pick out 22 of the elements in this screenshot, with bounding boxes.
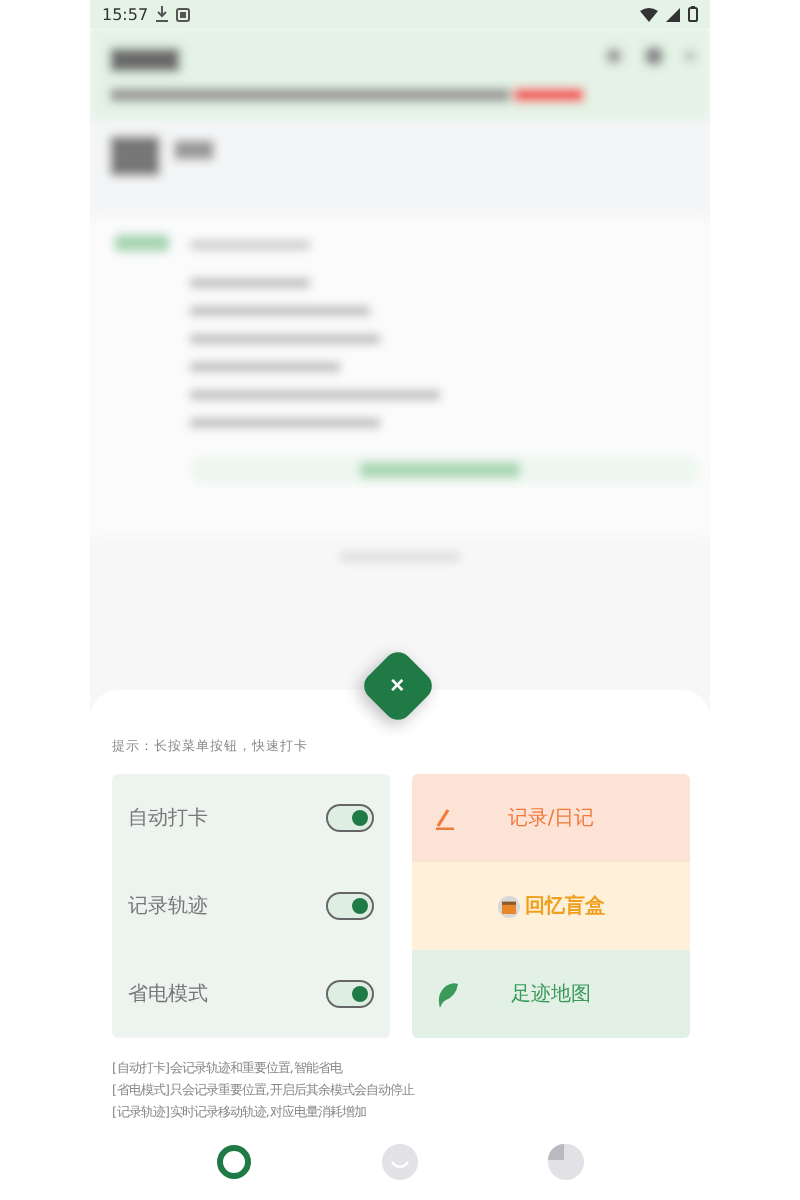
- signal-icon: [666, 7, 680, 21]
- toggle-switch[interactable]: [326, 980, 374, 1008]
- ring-tab[interactable]: [216, 1144, 253, 1180]
- battery-icon: [688, 6, 698, 22]
- pen-icon: [436, 807, 456, 829]
- download-icon: [156, 6, 169, 22]
- toggle-label: 省电模式: [128, 981, 208, 1008]
- toggle-label: 记录轨迹: [128, 893, 208, 920]
- gift-box-icon: [497, 895, 519, 917]
- action-label: 足迹地图: [511, 981, 591, 1008]
- status-time: 15:57: [102, 5, 149, 23]
- action-tile[interactable]: 回忆盲盒: [412, 862, 690, 950]
- wifi-icon: [640, 7, 658, 21]
- toggle-switch[interactable]: [326, 892, 374, 920]
- action-tile[interactable]: 足迹地图: [412, 950, 690, 1038]
- action-tile[interactable]: 记录/日记: [412, 774, 690, 862]
- action-label: 回忆盲盒: [525, 892, 605, 920]
- leaf-icon: [436, 981, 458, 1007]
- toggle-label: 自动打卡: [128, 805, 208, 832]
- toggle-switch[interactable]: [326, 804, 374, 832]
- notification-icon: [176, 7, 191, 21]
- action-label: 记录/日记: [507, 806, 595, 832]
